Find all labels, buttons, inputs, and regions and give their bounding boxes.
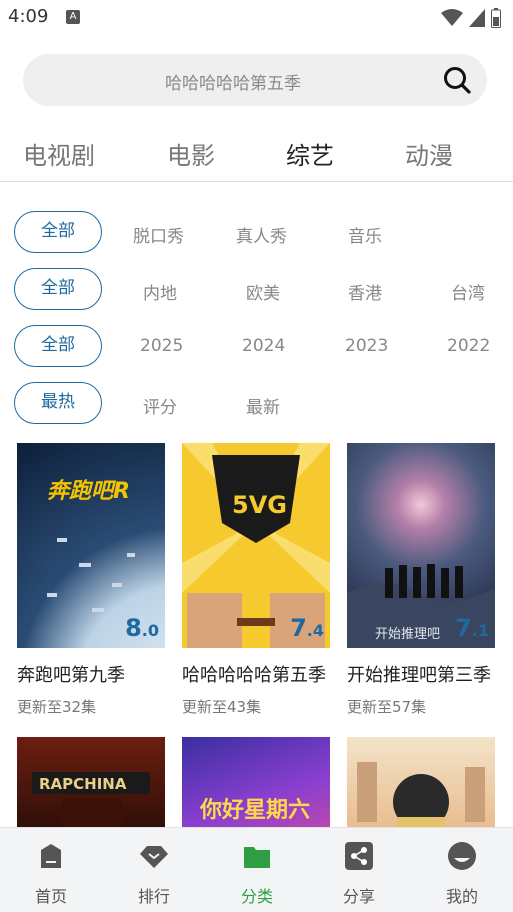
battery-icon [491, 8, 501, 28]
ranking-icon [140, 846, 168, 868]
show-card[interactable]: 5VG 7.4 哈哈哈哈哈第五季 更新至43集 [182, 443, 330, 716]
poster-art: RAPCHINA [32, 772, 150, 829]
wifi-icon [441, 9, 463, 26]
show-update: 更新至43集 [182, 698, 262, 716]
show-update: 更新至32集 [17, 698, 97, 716]
tab-anime[interactable]: 动漫 [405, 136, 453, 171]
show-poster[interactable]: 5VG 7.4 [182, 443, 330, 648]
show-poster[interactable]: 你好星期六 [182, 737, 330, 837]
profile-icon [448, 842, 476, 870]
nav-ranking[interactable]: 排行 [114, 828, 194, 912]
nav-home[interactable]: 首页 [11, 828, 91, 912]
show-score: 8.0 [125, 614, 159, 642]
filter-year-option[interactable]: 2025 [140, 336, 183, 356]
filter-genre-selected[interactable]: 全部 [14, 211, 102, 253]
filter-year-option[interactable]: 2022 [447, 336, 490, 356]
search-input[interactable]: 哈哈哈哈哈第五季 [23, 69, 443, 94]
tab-tv-series[interactable]: 电视剧 [23, 136, 95, 171]
svg-text:5VG: 5VG [232, 491, 287, 519]
svg-text:RAPCHINA: RAPCHINA [39, 775, 127, 793]
share-icon [345, 842, 373, 870]
filter-region-option[interactable]: 香港 [348, 279, 382, 304]
filter-region-option[interactable]: 台湾 [451, 279, 485, 304]
filter-region-selected[interactable]: 全部 [14, 268, 102, 310]
nav-category[interactable]: 分类 [217, 828, 297, 912]
notification-icon: A [66, 10, 80, 24]
tabs-divider [0, 181, 513, 182]
filter-row-genre: 全部 脱口秀 真人秀 音乐 [0, 211, 513, 255]
filter-region-option[interactable]: 欧美 [246, 279, 280, 304]
show-title[interactable]: 奔跑吧第九季 [17, 661, 185, 687]
filter-row-region: 全部 内地 欧美 香港 台湾 [0, 268, 513, 312]
svg-text:开始推理吧: 开始推理吧 [375, 627, 440, 642]
search-icon[interactable] [443, 66, 471, 94]
search-bar[interactable]: 哈哈哈哈哈第五季 [23, 54, 487, 106]
home-icon [41, 844, 61, 868]
svg-text:奔跑吧R: 奔跑吧R [47, 479, 130, 504]
filter-row-year: 全部 2025 2024 2023 2022 [0, 325, 513, 369]
svg-text:你好星期六: 你好星期六 [199, 797, 310, 823]
show-title[interactable]: 开始推理吧第三季 [347, 661, 513, 687]
status-time: 4:09 [8, 6, 49, 27]
filter-genre-option[interactable]: 真人秀 [236, 222, 287, 247]
filter-row-sort: 最热 评分 最新 [0, 382, 513, 426]
show-card[interactable]: 开始推理吧 7.1 开始推理吧第三季 更新至57集 [347, 443, 495, 716]
show-score: 7.1 [455, 614, 489, 642]
filter-sort-option[interactable]: 评分 [143, 393, 177, 418]
show-poster[interactable]: 奔跑吧R 8.0 [17, 443, 165, 648]
filter-year-option[interactable]: 2024 [242, 336, 285, 356]
show-poster[interactable] [347, 737, 495, 837]
filter-genre-option[interactable]: 脱口秀 [133, 222, 184, 247]
filter-year-selected[interactable]: 全部 [14, 325, 102, 367]
nav-label: 分类 [240, 887, 273, 906]
poster-art [357, 762, 485, 831]
filter-genre-option[interactable]: 音乐 [348, 222, 382, 247]
show-update: 更新至57集 [347, 698, 427, 716]
show-title[interactable]: 哈哈哈哈哈第五季 [182, 661, 350, 687]
show-poster[interactable]: RAPCHINA [17, 737, 165, 837]
filter-sort-option[interactable]: 最新 [246, 393, 280, 418]
nav-label: 排行 [137, 887, 170, 906]
nav-share[interactable]: 分享 [319, 828, 399, 912]
show-card[interactable]: 奔跑吧R 8.0 奔跑吧第九季 更新至32集 [17, 443, 165, 716]
bottom-nav: 首页 排行 分类 分享 我的 [0, 827, 513, 912]
tab-variety[interactable]: 综艺 [286, 136, 334, 171]
nav-label: 首页 [34, 887, 67, 906]
nav-label: 分享 [342, 887, 375, 906]
folder-icon [244, 847, 270, 868]
filter-sort-selected[interactable]: 最热 [14, 382, 102, 424]
category-tabs: 电视剧 电影 综艺 动漫 [0, 124, 513, 180]
poster-art: 你好星期六 [199, 797, 310, 823]
filter-year-option[interactable]: 2023 [345, 336, 388, 356]
status-icons [441, 8, 501, 28]
show-poster[interactable]: 开始推理吧 7.1 [347, 443, 495, 648]
show-score: 7.4 [290, 614, 324, 642]
signal-icon [469, 9, 485, 27]
tab-movies[interactable]: 电影 [167, 136, 215, 171]
nav-label: 我的 [445, 887, 478, 906]
nav-profile[interactable]: 我的 [422, 828, 502, 912]
status-bar: 4:09 A [0, 0, 513, 36]
filter-region-option[interactable]: 内地 [143, 279, 177, 304]
